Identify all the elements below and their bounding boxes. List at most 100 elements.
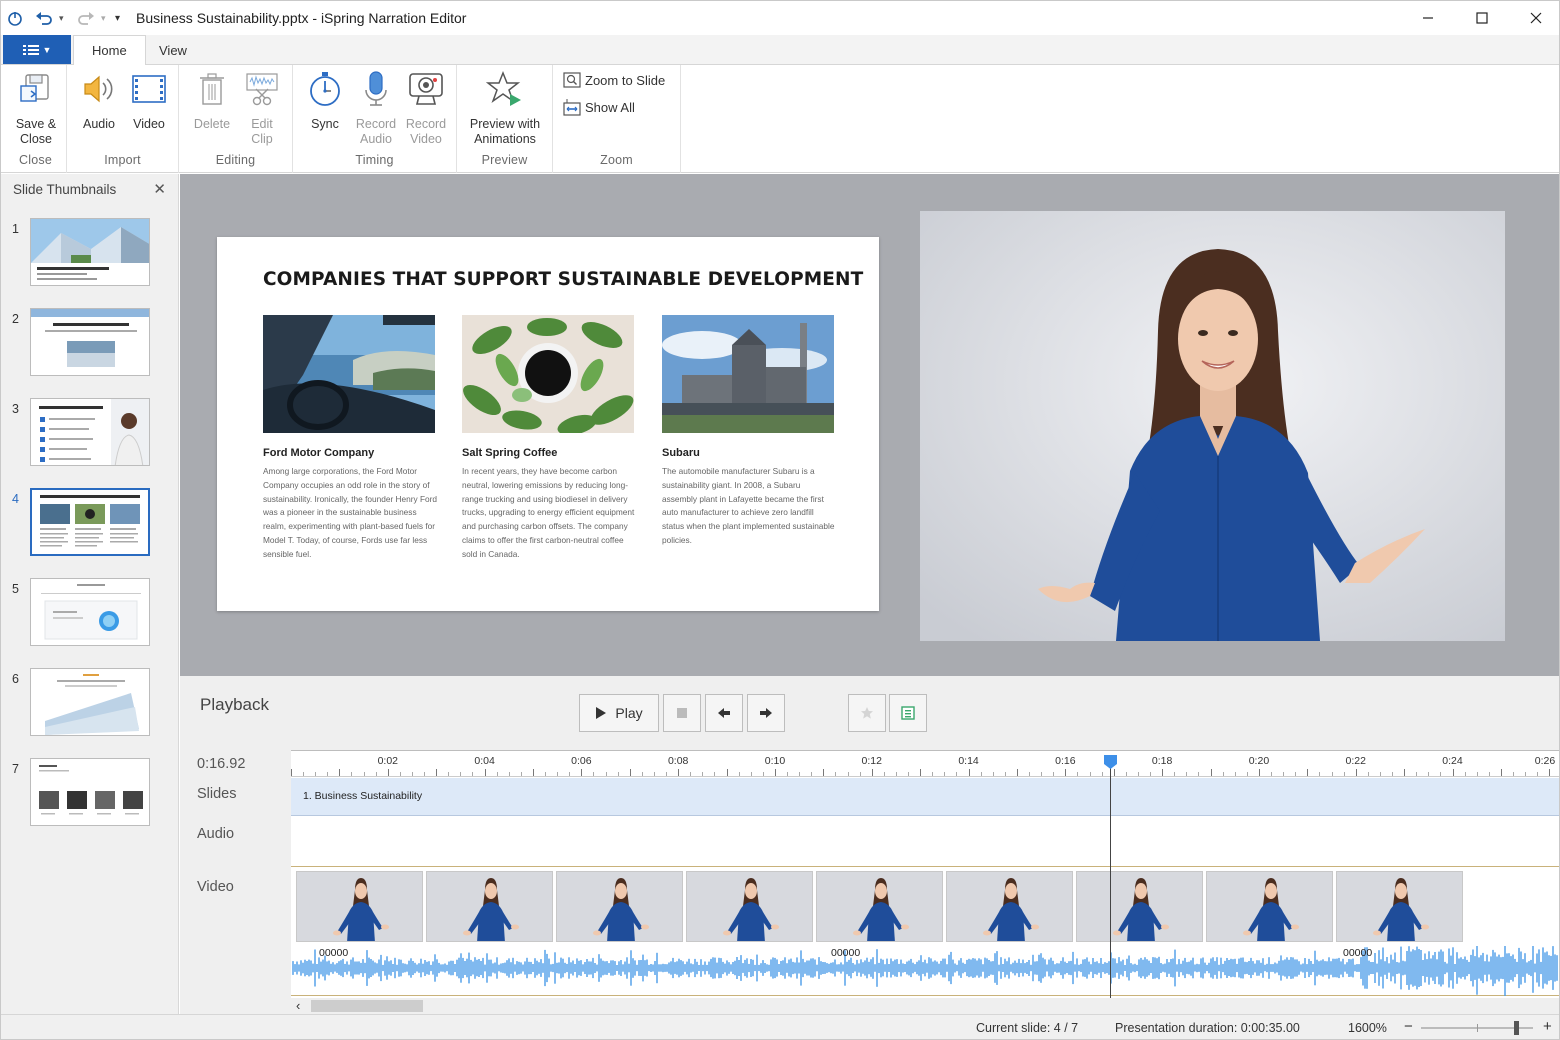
next-button[interactable]: [747, 694, 785, 732]
ruler-label: 0:20: [1248, 755, 1270, 767]
slide-properties-icon: [901, 706, 915, 720]
ruler-tick: [1331, 772, 1333, 776]
zoom-out-button[interactable]: −: [1404, 1018, 1413, 1035]
ruler-tick: [629, 769, 631, 776]
add-marker-button[interactable]: [848, 694, 886, 732]
thumbnails-header: Slide Thumbnails ✕: [1, 174, 178, 204]
previous-button[interactable]: [705, 694, 743, 732]
ribbon: Save & Close Close Audio Video Import De…: [1, 65, 1559, 173]
slides-track[interactable]: 1. Business Sustainability: [291, 778, 1559, 816]
audio-import-button[interactable]: Audio: [77, 69, 121, 132]
zoom-to-slide-button[interactable]: Zoom to Slide: [563, 72, 665, 88]
ruler-label: 0:06: [571, 755, 592, 767]
preview-animations-button[interactable]: Preview with Animations: [461, 69, 549, 147]
slide-thumbnail-5[interactable]: 5: [1, 578, 179, 658]
ruler-label: 0:16: [1055, 755, 1076, 767]
file-menu-button[interactable]: ▼: [3, 35, 71, 64]
undo-dropdown-icon[interactable]: ▾: [59, 8, 64, 28]
playhead-handle[interactable]: [1103, 755, 1117, 769]
slide-thumbnail-6[interactable]: 6: [1, 668, 179, 748]
save-close-button[interactable]: Save & Close: [10, 69, 62, 147]
group-label-timing: Timing: [355, 153, 394, 167]
zoom-slider[interactable]: [1421, 1021, 1533, 1035]
scroll-left-icon[interactable]: ‹: [296, 998, 300, 1013]
ruler-tick: [315, 772, 317, 776]
microphone-icon: [356, 69, 396, 109]
video-frame: [1336, 871, 1463, 942]
ruler-tick: [1053, 772, 1055, 776]
customize-toolbar-icon[interactable]: ▾: [115, 8, 120, 28]
ruler-tick: [303, 772, 305, 776]
status-bar: Current slide: 4 / 7 Presentation durati…: [1, 1014, 1559, 1039]
ruler-label: 0:10: [764, 755, 786, 767]
sync-button[interactable]: Sync: [303, 69, 347, 132]
ruler-label: 0:24: [1442, 755, 1463, 767]
close-pane-icon[interactable]: ✕: [153, 180, 166, 198]
slide-thumbnail-4[interactable]: 4: [1, 488, 179, 568]
slide-properties-button[interactable]: [889, 694, 927, 732]
coffee-cup-image: [462, 315, 634, 433]
ruler-tick: [1137, 772, 1139, 776]
undo-icon[interactable]: [35, 8, 53, 28]
edit-clip-button[interactable]: Edit Clip: [241, 69, 283, 147]
tab-view[interactable]: View: [141, 35, 205, 65]
minimize-button[interactable]: [1401, 1, 1455, 35]
scrollbar-thumb[interactable]: [311, 1000, 423, 1012]
group-label-import: Import: [104, 153, 141, 167]
slide-thumbnail-2[interactable]: 2: [1, 308, 179, 388]
ruler-tick: [774, 769, 776, 776]
waveform-marker: 00000: [319, 947, 349, 959]
ruler-tick: [1198, 772, 1200, 776]
ruler-tick: [387, 769, 389, 776]
ruler-tick: [799, 772, 801, 776]
audio-track[interactable]: [291, 817, 1559, 867]
ribbon-tabs: ▼ Home View: [1, 35, 1559, 66]
time-ruler[interactable]: 0:02 0:04 0:06 0:08 0:10 0:12 0:14 0:16 0:18 0:20…: [291, 751, 1559, 777]
ruler-tick: [508, 772, 510, 776]
show-all-button[interactable]: Show All: [563, 98, 635, 116]
save-close-icon: [16, 69, 56, 109]
redo-dropdown-icon[interactable]: ▾: [101, 8, 106, 28]
maximize-button[interactable]: [1455, 1, 1509, 35]
slide-thumbnail-1[interactable]: 1: [1, 218, 179, 298]
ruler-tick: [1065, 769, 1067, 776]
close-window-button[interactable]: [1509, 1, 1559, 35]
thumbnail-image: [30, 758, 150, 826]
record-audio-button[interactable]: Record Audio: [353, 69, 399, 147]
film-icon: [129, 69, 169, 109]
slide-thumbnail-7[interactable]: 7: [1, 758, 179, 838]
ruler-tick: [1428, 772, 1430, 776]
app-window: ▾ ▾ ▾ Business Sustainability.pptx - iSp…: [0, 0, 1560, 1040]
speaker-icon: [79, 69, 119, 109]
ruler-label: 0:08: [667, 755, 689, 767]
ruler-tick: [1210, 769, 1212, 776]
redo-icon[interactable]: [77, 8, 95, 28]
arrow-left-icon: [718, 708, 730, 718]
ruler-tick: [1283, 772, 1285, 776]
group-close: Save & Close Close: [5, 65, 67, 173]
ruler-tick: [1440, 772, 1442, 776]
slide-thumbnail-3[interactable]: 3: [1, 398, 179, 478]
timeline[interactable]: 0:02 0:04 0:06 0:08 0:10 0:12 0:14 0:16 0:18 0:20…: [291, 750, 1559, 998]
tab-home[interactable]: Home: [73, 35, 146, 66]
ruler-tick: [1476, 772, 1478, 776]
ruler-tick: [823, 769, 825, 776]
slide-segment[interactable]: 1. Business Sustainability: [303, 790, 422, 802]
ruler-label: 0:14: [958, 755, 979, 767]
record-video-button[interactable]: Record Video: [403, 69, 449, 147]
stop-button[interactable]: [663, 694, 701, 732]
ruler-tick: [1016, 769, 1018, 776]
zoom-in-button[interactable]: +: [1543, 1018, 1552, 1035]
video-track[interactable]: 00000 00000 00000: [291, 868, 1559, 996]
ruler-tick: [811, 772, 813, 776]
play-button[interactable]: Play: [579, 694, 659, 732]
video-row-label: Video: [197, 879, 234, 895]
zoom-slider-thumb[interactable]: [1514, 1021, 1520, 1035]
ruler-tick: [291, 769, 292, 776]
ruler-tick: [1089, 772, 1091, 776]
video-frame: [1206, 871, 1333, 942]
video-import-button[interactable]: Video: [127, 69, 171, 132]
delete-button[interactable]: Delete: [189, 69, 235, 132]
timeline-scrollbar[interactable]: ‹: [291, 998, 1559, 1014]
ruler-tick: [1246, 772, 1248, 776]
